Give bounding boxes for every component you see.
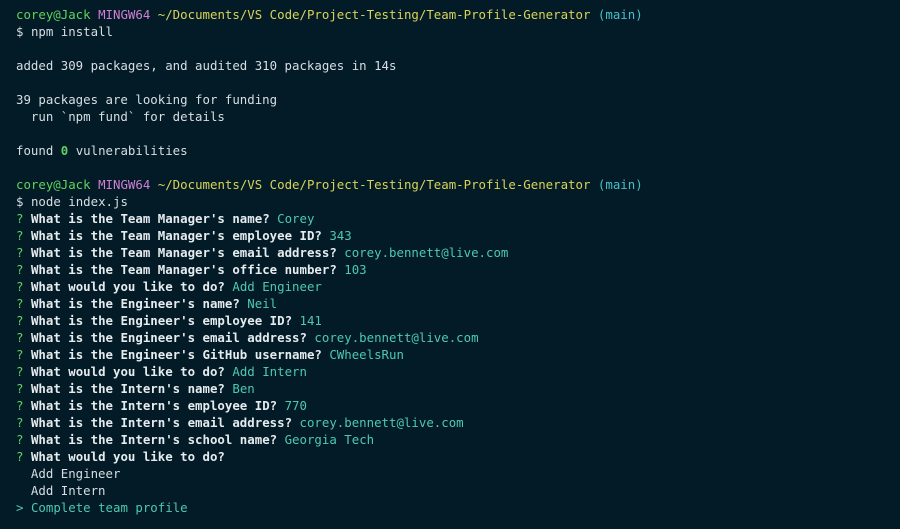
prompt-path: ~/Documents/VS Code/Project-Testing/Team… [157,7,591,22]
qa-line-active: ? What would you like to do? [16,448,900,465]
command-line: $ node index.js [16,193,900,210]
question-text: What is the Engineer's email address? [30,330,307,345]
question-mark: ? [16,415,24,430]
terminal-window[interactable]: corey@Jack MINGW64 ~/Documents/VS Code/P… [0,0,900,529]
qa-line: ? What is the Intern's email address? co… [16,414,900,431]
question-text: What is the Intern's employee ID? [30,398,278,413]
prompt-path: ~/Documents/VS Code/Project-Testing/Team… [157,177,591,192]
question-mark: ? [16,449,24,464]
question-text: What is the Intern's name? [30,381,225,396]
question-text: What is the Team Manager's name? [30,211,270,226]
question-text: What is the Team Manager's office number… [30,262,337,277]
prompt-line: corey@Jack MINGW64 ~/Documents/VS Code/P… [16,6,900,23]
answer-text: Add Intern [232,364,307,379]
qa-line: ? What would you like to do? Add Intern [16,363,900,380]
prompt-system: MINGW64 [98,7,151,22]
qa-line: ? What is the Team Manager's email addre… [16,244,900,261]
prompt-user: corey@Jack [16,7,91,22]
question-text: What would you like to do? [30,449,225,464]
found-suffix: vulnerabilities [68,143,188,158]
answer-text: Add Engineer [232,279,322,294]
question-mark: ? [16,245,24,260]
question-text: What would you like to do? [30,279,225,294]
selection-pointer-icon: > [16,500,24,515]
prompt-symbol: $ [16,194,24,209]
question-mark: ? [16,330,24,345]
qa-line: ? What is the Team Manager's office numb… [16,261,900,278]
found-prefix: found [16,143,61,158]
question-text: What is the Engineer's employee ID? [30,313,293,328]
prompt-system: MINGW64 [98,177,151,192]
choice-add-engineer[interactable]: Add Engineer [16,465,900,482]
command-text: node index.js [30,194,128,209]
question-text: What is the Engineer's GitHub username? [30,347,322,362]
question-mark: ? [16,347,24,362]
answer-text: corey.bennett@live.com [299,415,464,430]
prompt-line: corey@Jack MINGW64 ~/Documents/VS Code/P… [16,176,900,193]
qa-line: ? What would you like to do? Add Enginee… [16,278,900,295]
choice-complete-team-profile[interactable]: > Complete team profile [16,499,900,516]
output-vulnerabilities: found 0 vulnerabilities [16,142,900,159]
qa-line: ? What is the Team Manager's name? Corey [16,210,900,227]
answer-text: corey.bennett@live.com [314,330,479,345]
qa-line: ? What is the Engineer's name? Neil [16,295,900,312]
answer-text: Ben [232,381,255,396]
choice-add-intern[interactable]: Add Intern [16,482,900,499]
question-text: What is the Team Manager's employee ID? [30,228,322,243]
question-mark: ? [16,364,24,379]
question-mark: ? [16,296,24,311]
question-mark: ? [16,398,24,413]
choice-label: Add Engineer [30,466,121,481]
prompt-branch: (main) [597,7,643,22]
choice-label: Add Intern [30,483,106,498]
qa-line: ? What is the Engineer's GitHub username… [16,346,900,363]
output-fund-hint: run `npm fund` for details [16,109,225,124]
question-text: What is the Intern's email address? [30,415,293,430]
question-mark: ? [16,211,24,226]
output-funding: 39 packages are looking for funding [16,92,278,107]
qa-line: ? What is the Intern's name? Ben [16,380,900,397]
answer-text: 141 [299,313,322,328]
answer-text: 770 [284,398,307,413]
qa-line: ? What is the Team Manager's employee ID… [16,227,900,244]
question-text: What would you like to do? [30,364,225,379]
question-mark: ? [16,432,24,447]
question-text: What is the Engineer's name? [30,296,240,311]
answer-text: Georgia Tech [284,432,375,447]
output-added: added 309 packages, and audited 310 pack… [16,58,397,73]
question-mark: ? [16,279,24,294]
command-line: $ npm install [16,23,900,40]
prompt-user: corey@Jack [16,177,91,192]
answer-text: Corey [277,211,315,226]
command-text: npm install [30,24,113,39]
prompt-symbol: $ [16,24,24,39]
answer-text: CWheelsRun [329,347,404,362]
question-mark: ? [16,228,24,243]
answer-text: 343 [329,228,352,243]
question-mark: ? [16,381,24,396]
question-mark: ? [16,313,24,328]
qa-line: ? What is the Engineer's employee ID? 14… [16,312,900,329]
qa-line: ? What is the Intern's employee ID? 770 [16,397,900,414]
qa-line: ? What is the Intern's school name? Geor… [16,431,900,448]
answer-text: Neil [247,296,278,311]
answer-text: 103 [344,262,367,277]
question-mark: ? [16,262,24,277]
prompt-branch: (main) [597,177,643,192]
answer-text: corey.bennett@live.com [344,245,509,260]
qa-line: ? What is the Engineer's email address? … [16,329,900,346]
question-text: What is the Team Manager's email address… [30,245,337,260]
choice-label: Complete team profile [30,500,188,515]
question-text: What is the Intern's school name? [30,432,278,447]
